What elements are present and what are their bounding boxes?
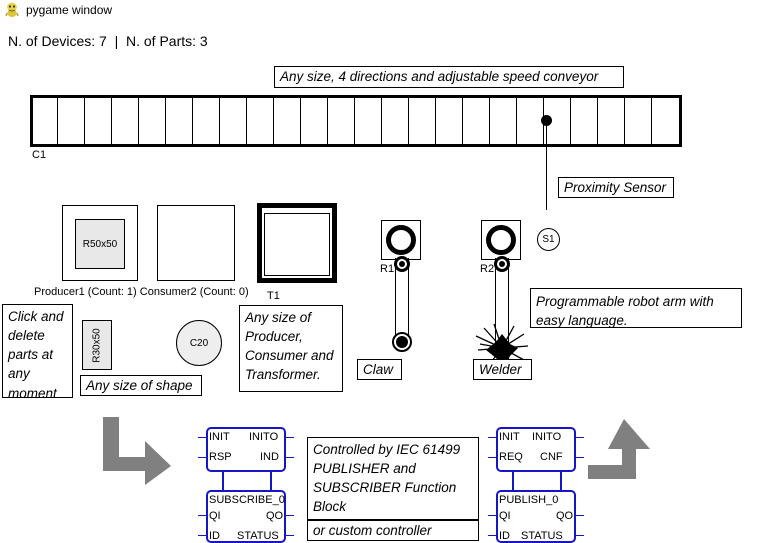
sensor-lead-line <box>546 120 547 210</box>
robot1-label: R1 <box>380 263 395 275</box>
fb-pub-pin-init: INIT <box>499 431 520 443</box>
callout-any-shape: Any size of shape <box>80 375 202 396</box>
transformer-inner-frame <box>264 213 330 276</box>
producer-consumer-caption: Producer1 (Count: 1) Consumer2 (Count: 0… <box>34 286 249 298</box>
fb-sub-pin-qo: QO <box>266 510 284 522</box>
pygame-snake-icon <box>4 2 20 18</box>
function-block-subscribe[interactable]: INIT RSP INITO IND SUBSCRIBE_0 QI ID QO … <box>198 427 294 543</box>
fb-sub-name: SUBSCRIBE_0 <box>209 494 285 506</box>
fb-sub-pin-qi: QI <box>209 510 221 522</box>
arrow-up-left-icon <box>588 413 668 485</box>
robot2-label: R2 <box>480 263 495 275</box>
robot1-pivot-ring <box>386 225 416 255</box>
callout-proximity-sensor: Proximity Sensor <box>558 177 674 198</box>
fb-pub-pin-status: STATUS <box>521 530 563 542</box>
window-title: pygame window <box>26 3 113 17</box>
consumer-caption: Consumer2 (Count: 0) <box>139 286 249 298</box>
window-titlebar: pygame window <box>0 0 757 20</box>
fb-pub-pin-cnf: CNF <box>540 451 563 463</box>
fb-sub-pin-init: INIT <box>209 431 230 443</box>
fb-pub-pin-qo: QO <box>556 510 574 522</box>
callout-conveyor: Any size, 4 directions and adjustable sp… <box>274 66 624 88</box>
transformer-label: T1 <box>267 290 280 302</box>
conveyor-body[interactable] <box>30 95 682 147</box>
fb-pub-pin-qi: QI <box>499 510 511 522</box>
conveyor-label: C1 <box>32 149 47 161</box>
robot2-pivot-ring <box>486 225 516 255</box>
fb-sub-pin-ind: IND <box>260 451 279 463</box>
consumer2-device[interactable] <box>157 205 235 281</box>
callout-producer-consumer-transformer: Any size of Producer, Consumer and Trans… <box>239 305 343 392</box>
fb-pub-name: PUBLISH_0 <box>499 494 559 506</box>
fb-pub-pin-inito: INITO <box>532 431 562 443</box>
producer-caption: Producer1 (Count: 1) <box>34 286 137 298</box>
robot1-claw-end-effector[interactable] <box>392 332 412 352</box>
callout-claw: Claw <box>357 359 402 380</box>
transformer1-device[interactable] <box>257 203 337 283</box>
robot2-joint <box>494 256 510 272</box>
fb-sub-pin-status: STATUS <box>237 530 279 542</box>
robot1-joint <box>394 256 410 272</box>
callout-robot-arm: Programmable robot arm with easy languag… <box>530 288 742 328</box>
proximity-sensor-s1[interactable]: S1 <box>537 228 560 251</box>
fb-pub-pin-id: ID <box>499 530 510 542</box>
part-r30x50[interactable]: R30x50 <box>82 320 112 370</box>
callout-click-delete: Click and delete parts at any moment <box>2 304 73 401</box>
part-c20[interactable]: C20 <box>176 320 222 366</box>
callout-iec-61499: Controlled by IEC 61499 PUBLISHER and SU… <box>307 437 479 520</box>
callout-welder: Welder <box>473 359 532 380</box>
arrow-down-right-icon <box>95 413 175 485</box>
status-line: N. of Devices: 7 | N. of Parts: 3 <box>8 33 208 49</box>
part-r50x50[interactable]: R50x50 <box>75 219 125 269</box>
sensor-trigger-point[interactable] <box>541 115 552 126</box>
fb-pub-pin-req: REQ <box>499 451 523 463</box>
fb-sub-pin-rsp: RSP <box>209 451 232 463</box>
function-block-publish[interactable]: INIT REQ INITO CNF PUBLISH_0 QI ID QO ST… <box>488 427 584 543</box>
fb-sub-pin-id: ID <box>209 530 220 542</box>
callout-custom-controller: or custom controller <box>307 520 479 541</box>
conveyor-c1[interactable] <box>30 95 682 147</box>
pygame-canvas[interactable]: N. of Devices: 7 | N. of Parts: 3 Any si… <box>0 20 757 543</box>
part-r30x50-label: R30x50 <box>91 327 103 363</box>
fb-sub-pin-inito: INITO <box>249 431 279 443</box>
